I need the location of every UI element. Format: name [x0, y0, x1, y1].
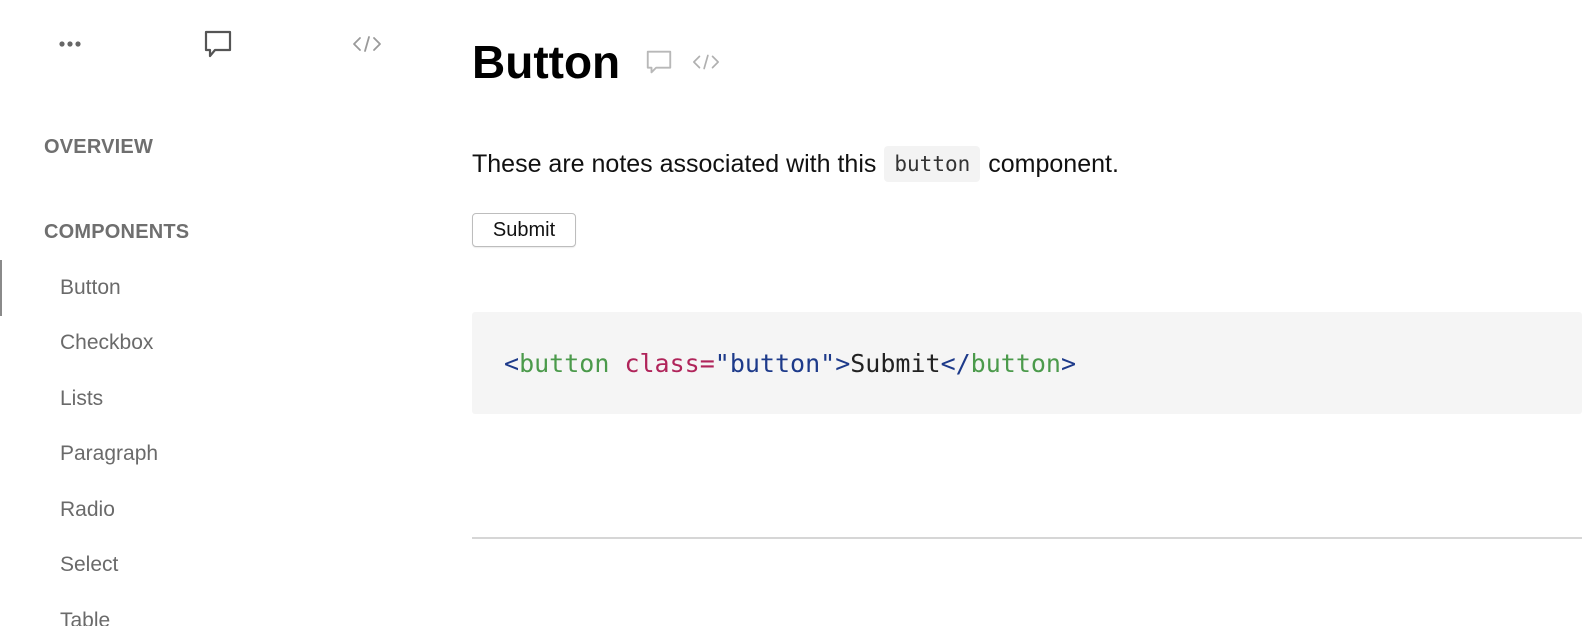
sidebar-heading-overview[interactable]: OVERVIEW [44, 136, 153, 159]
more-horizontal-icon [59, 41, 81, 47]
notes-inline-code: button [884, 146, 981, 182]
comment-icon [204, 30, 232, 58]
code-token-close-open: </ [940, 348, 971, 378]
more-button[interactable] [50, 24, 90, 64]
sidebar-heading-components[interactable]: COMPONENTS [44, 221, 189, 244]
code-icon [353, 36, 381, 52]
title-code-button[interactable] [692, 52, 720, 72]
page-title: Button [472, 36, 621, 88]
sidebar-item-radio[interactable]: Radio [0, 482, 430, 538]
component-notes: These are notes associated with this but… [472, 146, 1119, 182]
notes-text-after: component. [988, 149, 1119, 178]
title-row: Button [472, 34, 720, 90]
sidebar-item-select[interactable]: Select [0, 538, 430, 594]
code-token-tag: button [519, 348, 610, 378]
sidebar-item-lists[interactable]: Lists [0, 371, 430, 427]
code-token-close-gt: > [1060, 348, 1077, 378]
sidebar: OVERVIEW COMPONENTS Button Checkbox List… [0, 0, 430, 626]
demo-submit-button[interactable]: Submit [472, 213, 576, 247]
main-content: Button These are notes associated with t… [472, 0, 1582, 626]
section-divider [472, 537, 1582, 539]
code-token-eq: = [699, 348, 715, 378]
notes-text-before: These are notes associated with this [472, 149, 877, 178]
code-icon [693, 54, 720, 70]
code-token-attr: class [624, 348, 700, 378]
code-token-close-tag: button [970, 348, 1061, 378]
components-nav: Button Checkbox Lists Paragraph Radio Se… [0, 260, 430, 626]
code-snippet: <button class="button">Submit</button> [504, 349, 1076, 378]
sidebar-item-paragraph[interactable]: Paragraph [0, 427, 430, 483]
comment-icon [646, 50, 672, 74]
sidebar-item-table[interactable]: Table [0, 593, 430, 626]
styleguide-app: OVERVIEW COMPONENTS Button Checkbox List… [0, 0, 1582, 626]
code-toggle-button[interactable] [347, 24, 387, 64]
title-comment-button[interactable] [644, 47, 674, 77]
sidebar-toolbar [0, 0, 430, 90]
sidebar-item-checkbox[interactable]: Checkbox [0, 316, 430, 372]
code-token-lt: < [504, 348, 520, 378]
code-token-text: Submit [850, 348, 941, 378]
code-example-block: <button class="button">Submit</button> [472, 312, 1582, 414]
sidebar-item-button[interactable]: Button [0, 260, 430, 316]
code-token-value: "button" [714, 348, 836, 378]
code-token-gt: > [835, 348, 851, 378]
comments-button[interactable] [198, 24, 238, 64]
